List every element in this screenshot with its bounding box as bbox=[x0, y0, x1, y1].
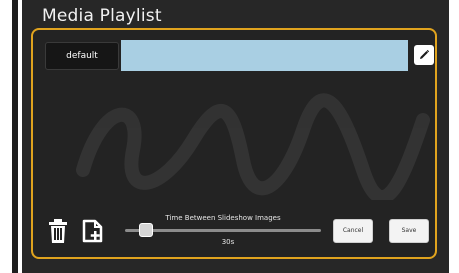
screen: Media Playlist default Time Between Slid… bbox=[0, 0, 459, 273]
playlist-name-input[interactable] bbox=[121, 40, 408, 71]
slideshow-interval-value: 30s bbox=[221, 238, 235, 246]
slideshow-interval-track[interactable] bbox=[125, 229, 321, 232]
right-backdrop bbox=[449, 0, 459, 273]
background-watermark bbox=[76, 93, 430, 200]
dialog-title: Media Playlist bbox=[42, 6, 162, 26]
cancel-button[interactable]: Cancel bbox=[333, 219, 373, 243]
add-item-button[interactable] bbox=[82, 219, 104, 243]
slideshow-interval-label: Time Between Slideshow Images bbox=[165, 214, 281, 222]
playlist-panel: default Time Between Slideshow Images 30… bbox=[31, 28, 437, 259]
trash-icon bbox=[49, 219, 67, 243]
slideshow-interval-thumb[interactable] bbox=[139, 223, 153, 237]
left-edge-strip bbox=[12, 0, 18, 273]
pencil-icon bbox=[420, 49, 430, 59]
edit-button[interactable] bbox=[414, 45, 434, 65]
preset-default-button[interactable]: default bbox=[45, 42, 119, 70]
media-playlist-dialog: Media Playlist default Time Between Slid… bbox=[22, 0, 449, 273]
save-button[interactable]: Save bbox=[389, 219, 429, 243]
delete-button[interactable] bbox=[47, 219, 69, 243]
add-file-icon bbox=[82, 219, 103, 243]
